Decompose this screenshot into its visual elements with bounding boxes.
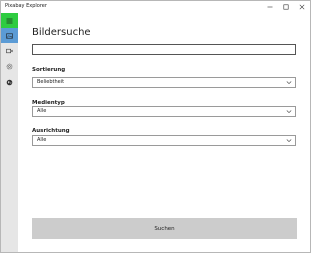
sorting-select[interactable]: Beliebtheit xyxy=(32,77,296,88)
media-type-select[interactable]: Alle xyxy=(32,106,296,117)
orientation-label: Ausrichtung xyxy=(32,128,70,134)
orientation-value: Alle xyxy=(37,137,47,143)
title-bar: Pixabay Explorer xyxy=(1,1,310,13)
search-button[interactable]: Suchen xyxy=(32,218,297,239)
video-icon xyxy=(6,48,13,53)
maximize-button[interactable] xyxy=(278,1,294,13)
chevron-down-icon xyxy=(286,139,292,143)
sidebar-item-videos[interactable] xyxy=(1,43,18,58)
sidebar xyxy=(1,13,18,252)
search-input[interactable] xyxy=(32,44,296,55)
media-type-value: Alle xyxy=(37,108,47,114)
app-window: Pixabay Explorer Bildersuche Sortierung … xyxy=(0,0,311,253)
maximize-icon xyxy=(283,4,289,10)
chevron-down-icon xyxy=(286,110,292,114)
menu-icon xyxy=(6,18,13,23)
page-title: Bildersuche xyxy=(32,27,91,38)
window-title: Pixabay Explorer xyxy=(5,3,47,9)
sorting-label: Sortierung xyxy=(32,67,66,73)
gear-icon xyxy=(6,63,13,70)
close-icon xyxy=(299,4,305,10)
orientation-select[interactable]: Alle xyxy=(32,135,296,146)
globe-icon xyxy=(6,79,13,86)
sidebar-item-menu[interactable] xyxy=(1,13,18,28)
sorting-value: Beliebtheit xyxy=(37,79,65,85)
sidebar-item-settings[interactable] xyxy=(1,59,18,74)
minimize-icon xyxy=(267,6,273,8)
close-button[interactable] xyxy=(294,1,310,13)
minimize-button[interactable] xyxy=(262,1,278,13)
sidebar-item-images[interactable] xyxy=(1,28,18,43)
image-icon xyxy=(6,33,13,39)
chevron-down-icon xyxy=(286,81,292,85)
sidebar-item-web[interactable] xyxy=(1,75,18,90)
main-content: Bildersuche Sortierung Beliebtheit Medie… xyxy=(18,13,310,252)
